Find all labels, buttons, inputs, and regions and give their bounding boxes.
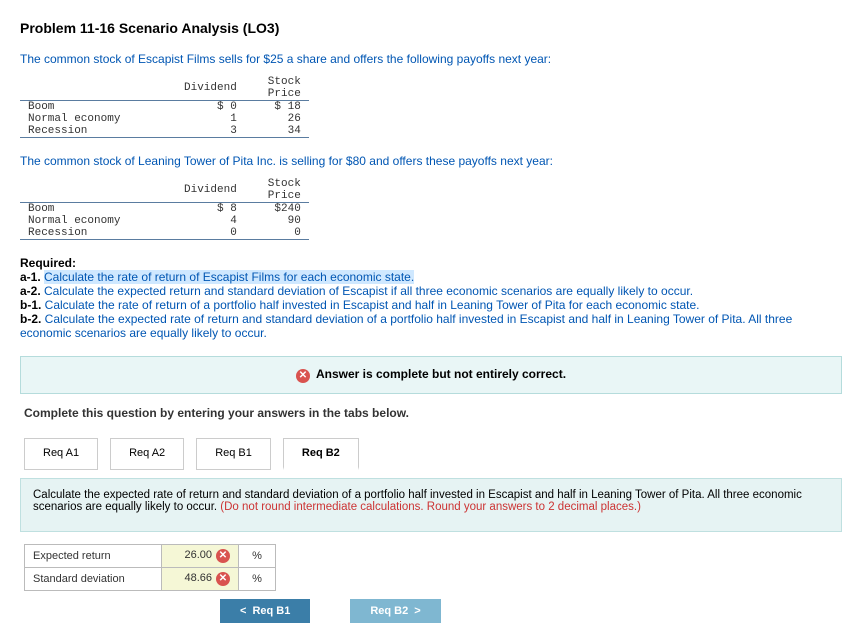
incorrect-icon: ✕	[296, 369, 310, 383]
state-label: Boom	[20, 203, 176, 216]
result-label: Expected return	[25, 545, 162, 568]
col-stock-price: Stock Price	[245, 76, 309, 101]
prev-button[interactable]: < Req B1	[220, 599, 310, 623]
req-b2: Calculate the expected rate of return an…	[20, 312, 792, 340]
cell: 34	[245, 125, 309, 138]
chevron-right-icon: >	[414, 605, 420, 617]
cell: 1	[176, 113, 245, 125]
cell: 3	[176, 125, 245, 138]
unit-label: %	[239, 545, 276, 568]
tab-req-b1[interactable]: Req B1	[196, 438, 271, 470]
cell: $240	[245, 203, 309, 216]
incorrect-mark-icon: ✕	[216, 572, 230, 586]
required-label: Required:	[20, 256, 76, 270]
req-tag: a-1.	[20, 270, 44, 284]
tab-req-a1[interactable]: Req A1	[24, 438, 98, 470]
result-label: Standard deviation	[25, 568, 162, 591]
prev-label: Req B1	[252, 605, 290, 617]
state-label: Recession	[20, 125, 176, 138]
state-label: Boom	[20, 101, 176, 114]
unit-label: %	[239, 568, 276, 591]
cell: 0	[176, 227, 245, 240]
req-tag: a-2.	[20, 284, 44, 298]
cell: 4	[176, 215, 245, 227]
req-tag: b-2.	[20, 312, 45, 326]
req-tag: b-1.	[20, 298, 45, 312]
intro-text-1: The common stock of Escapist Films sells…	[20, 52, 842, 66]
state-label: Normal economy	[20, 215, 176, 227]
status-text: Answer is complete but not entirely corr…	[316, 367, 566, 381]
cell: 0	[245, 227, 309, 240]
tab-req-a2[interactable]: Req A2	[110, 438, 184, 470]
page-title: Problem 11-16 Scenario Analysis (LO3)	[20, 20, 842, 36]
rounding-note: (Do not round intermediate calculations.…	[220, 501, 641, 513]
next-button[interactable]: Req B2 >	[350, 599, 440, 623]
state-label: Normal economy	[20, 113, 176, 125]
tab-panel-req-b2: Calculate the expected rate of return an…	[20, 478, 842, 532]
req-b1: Calculate the rate of return of a portfo…	[45, 298, 700, 312]
req-a2: Calculate the expected return and standa…	[44, 284, 693, 298]
col-stock-price: Stock Price	[245, 178, 309, 203]
required-section: Required: a-1. Calculate the rate of ret…	[20, 256, 842, 340]
cell: $ 8	[176, 203, 245, 216]
payoff-table-pita: Dividend Stock Price Boom $ 8 $240 Norma…	[20, 178, 309, 240]
expected-return-input[interactable]: 26.00✕	[162, 545, 239, 568]
complete-instruction: Complete this question by entering your …	[24, 406, 842, 420]
state-label: Recession	[20, 227, 176, 240]
answer-status-banner: ✕ Answer is complete but not entirely cor…	[20, 356, 842, 394]
tab-req-b2[interactable]: Req B2	[283, 438, 359, 470]
cell: $ 0	[176, 101, 245, 114]
std-dev-input[interactable]: 48.66✕	[162, 568, 239, 591]
next-label: Req B2	[370, 605, 408, 617]
col-dividend: Dividend	[176, 178, 245, 203]
results-table: Expected return 26.00✕ % Standard deviat…	[24, 544, 276, 591]
col-dividend: Dividend	[176, 76, 245, 101]
req-a1: Calculate the rate of return of Escapist…	[44, 270, 414, 284]
cell: 26	[245, 113, 309, 125]
incorrect-mark-icon: ✕	[216, 549, 230, 563]
cell: 90	[245, 215, 309, 227]
chevron-left-icon: <	[240, 605, 246, 617]
intro-text-2: The common stock of Leaning Tower of Pit…	[20, 154, 842, 168]
cell: $ 18	[245, 101, 309, 114]
payoff-table-escapist: Dividend Stock Price Boom $ 0 $ 18 Norma…	[20, 76, 309, 138]
